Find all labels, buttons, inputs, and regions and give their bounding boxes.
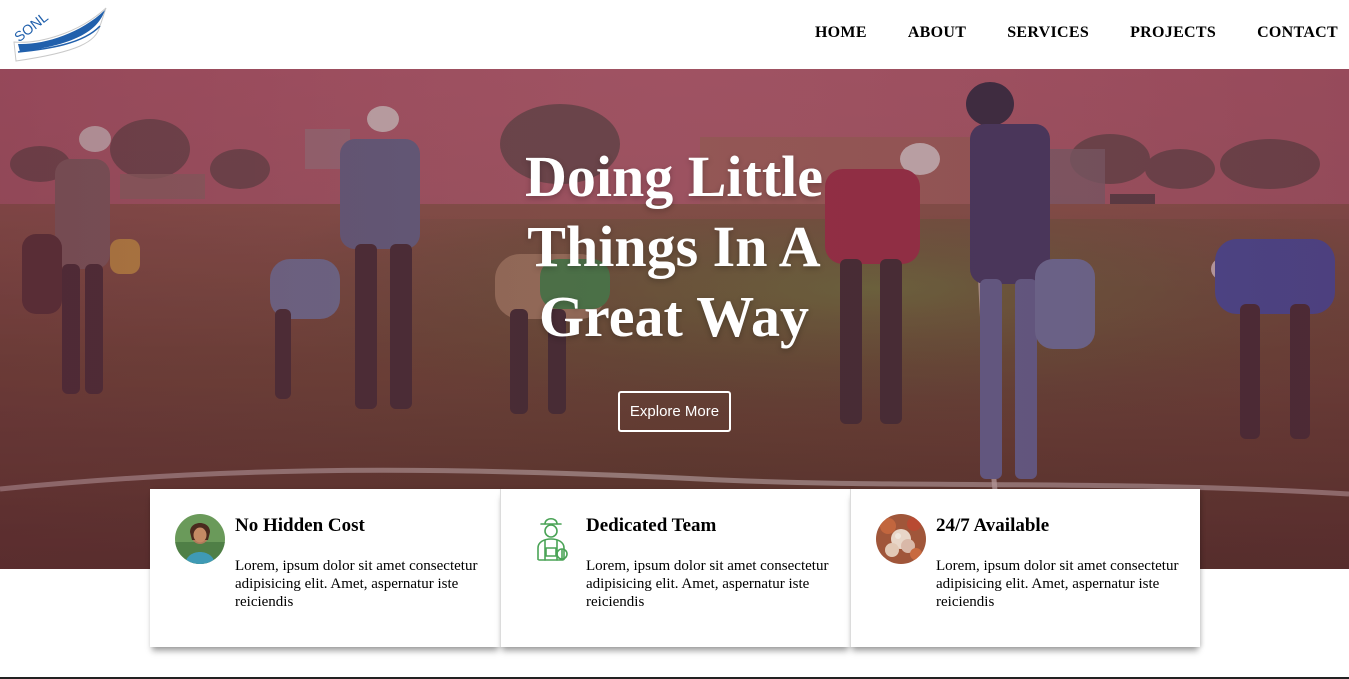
nav-home[interactable]: HOME [815,24,867,42]
nav-about[interactable]: ABOUT [908,24,966,42]
boat-logo-icon: SONL [11,7,107,62]
nav-services[interactable]: SERVICES [1007,24,1089,42]
feature-title: 24/7 Available [936,515,1050,536]
explore-more-button[interactable]: Explore More [618,391,731,432]
feature-card-no-hidden-cost: No Hidden Cost Lorem, ipsum dolor sit am… [150,489,500,647]
feature-description: Lorem, ipsum dolor sit amet consectetur … [235,558,478,610]
features-row: No Hidden Cost Lorem, ipsum dolor sit am… [150,489,1200,647]
feature-title: No Hidden Cost [235,515,365,536]
feature-card-24-7-available: 24/7 Available Lorem, ipsum dolor sit am… [850,489,1200,647]
nav-contact[interactable]: CONTACT [1257,24,1338,42]
hero-title: Doing Little Things In A Great Way [524,144,824,349]
feature-description: Lorem, ipsum dolor sit amet consectetur … [936,558,1179,610]
feature-description: Lorem, ipsum dolor sit amet consectetur … [586,558,829,610]
farmer-icon [526,514,576,564]
person-photo-icon [175,514,225,564]
feature-card-dedicated-team: Dedicated Team Lorem, ipsum dolor sit am… [500,489,850,647]
main-nav: HOME ABOUT SERVICES PROJECTS CONTACT [815,24,1338,42]
feature-title: Dedicated Team [586,515,717,536]
flowers-photo-icon [876,514,926,564]
site-logo[interactable]: SONL [8,4,108,64]
nav-projects[interactable]: PROJECTS [1130,24,1216,42]
site-header: SONL HOME ABOUT SERVICES PROJECTS CONTAC… [0,0,1349,69]
